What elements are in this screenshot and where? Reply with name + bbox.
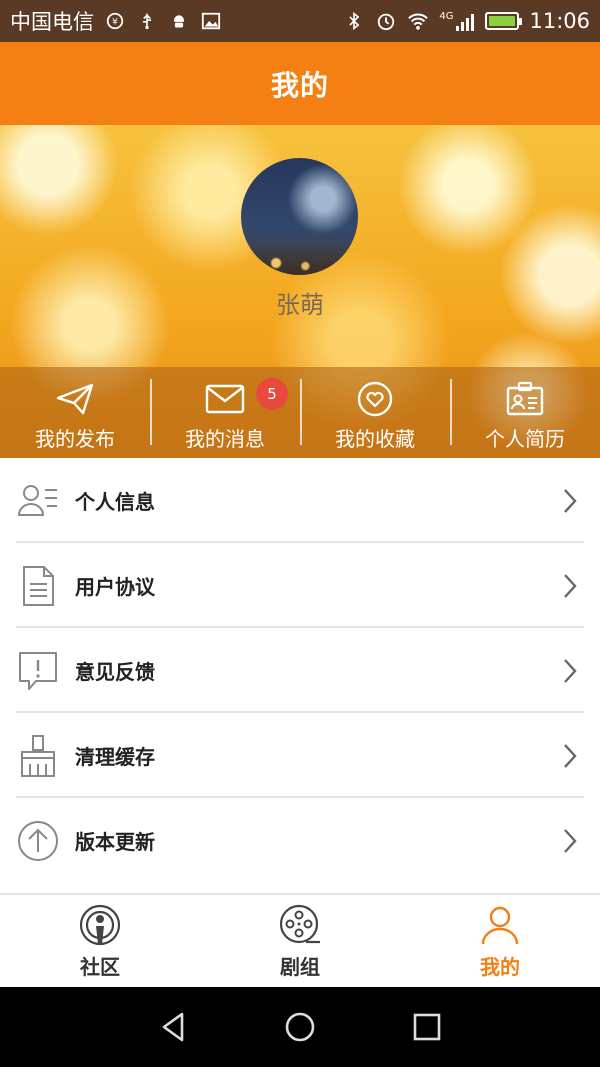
signal-icon: 4G: [439, 11, 475, 32]
username: 张萌: [276, 291, 324, 319]
bluetooth-icon: [343, 10, 365, 32]
heart-icon: [357, 381, 393, 417]
battery-icon: [485, 12, 523, 30]
carrier-mark-icon: ¥: [104, 10, 126, 32]
profile-header: 张萌 我的发布 5 我的消息 我的收藏 个人简历: [0, 125, 600, 458]
wifi-icon: [407, 10, 429, 32]
send-icon: [56, 383, 94, 415]
network-type: 4G: [439, 10, 454, 22]
home-icon[interactable]: [283, 1010, 317, 1044]
menu-item-clear-cache[interactable]: 清理缓存: [0, 713, 600, 798]
person-icon: [481, 906, 519, 945]
tab-mine[interactable]: 我的: [400, 895, 600, 987]
avatar[interactable]: [241, 158, 358, 275]
menu-item-label: 清理缓存: [75, 745, 155, 769]
menu-item-personal-info[interactable]: 个人信息: [0, 458, 600, 543]
menu-item-version-update[interactable]: 版本更新: [0, 798, 600, 883]
film-reel-icon: [279, 904, 320, 944]
title-bar: 我的: [0, 42, 600, 125]
broom-icon: [16, 734, 60, 778]
tab-community[interactable]: 社区: [0, 895, 200, 987]
image-icon: [200, 10, 222, 32]
avatar-photo-detail: [241, 245, 358, 275]
carrier-name: 中国电信: [10, 10, 94, 34]
tab-crew[interactable]: 剧组: [200, 895, 400, 987]
svg-text:¥: ¥: [112, 18, 118, 28]
tab-label: 我的: [480, 955, 520, 979]
menu-item-user-agreement[interactable]: 用户协议: [0, 543, 600, 628]
feedback-icon: [16, 649, 60, 693]
id-card-icon: [506, 381, 544, 416]
tab-label: 社区: [80, 955, 120, 979]
quick-action-label: 我的收藏: [335, 427, 415, 451]
mail-icon: [205, 384, 245, 414]
quick-action-my-posts[interactable]: 我的发布: [0, 367, 150, 458]
recents-icon[interactable]: [410, 1010, 444, 1044]
quick-actions-bar: 我的发布 5 我的消息 我的收藏 个人简历: [0, 367, 600, 458]
chevron-right-icon: [564, 574, 577, 598]
document-icon: [16, 564, 60, 608]
menu-item-label: 意见反馈: [75, 660, 155, 684]
menu-item-label: 个人信息: [75, 490, 155, 514]
settings-menu: 个人信息 用户协议 意见反馈 清理缓存 版本更新: [0, 458, 600, 883]
menu-item-feedback[interactable]: 意见反馈: [0, 628, 600, 713]
user-list-icon: [16, 479, 60, 523]
message-count-badge: 5: [256, 378, 288, 410]
quick-action-label: 我的发布: [35, 427, 115, 451]
battery-level: [489, 16, 516, 26]
quick-action-resume[interactable]: 个人简历: [450, 367, 600, 458]
menu-item-label: 版本更新: [75, 830, 155, 854]
upload-icon: [16, 819, 60, 863]
quick-action-my-favorites[interactable]: 我的收藏: [300, 367, 450, 458]
android-icon: [168, 10, 190, 32]
podcast-icon: [79, 904, 121, 946]
back-icon[interactable]: [156, 1010, 190, 1044]
system-nav-bar: [0, 987, 600, 1067]
menu-item-label: 用户协议: [75, 575, 155, 599]
usb-icon: [136, 10, 158, 32]
chevron-right-icon: [564, 829, 577, 853]
quick-action-label: 我的消息: [185, 427, 265, 451]
chevron-right-icon: [564, 744, 577, 768]
page-title: 我的: [270, 68, 329, 102]
chevron-right-icon: [564, 489, 577, 513]
status-bar: 中国电信 ¥ 4G 11:06: [0, 0, 600, 42]
chevron-right-icon: [564, 659, 577, 683]
alarm-icon: [375, 10, 397, 32]
tab-label: 剧组: [280, 955, 320, 979]
quick-action-my-messages[interactable]: 5 我的消息: [150, 367, 300, 458]
status-time: 11:06: [529, 9, 590, 33]
bottom-tab-bar: 社区 剧组 我的: [0, 893, 600, 987]
quick-action-label: 个人简历: [485, 427, 565, 451]
